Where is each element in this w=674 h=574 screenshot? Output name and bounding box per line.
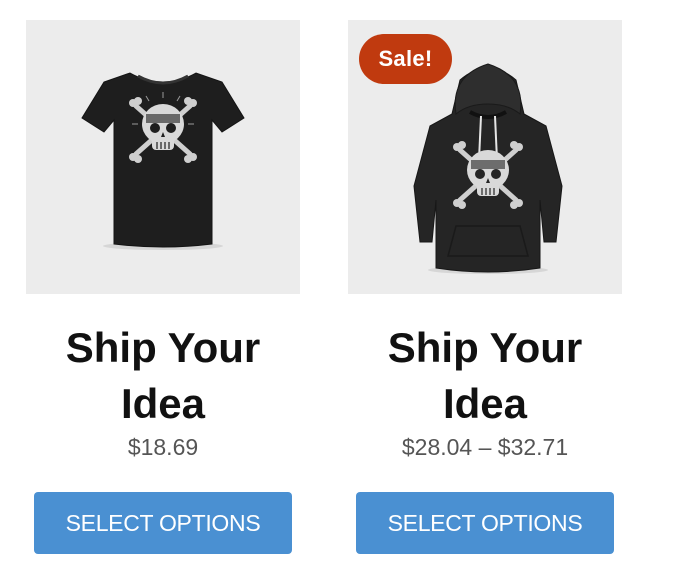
product-title-line[interactable]: Idea bbox=[26, 376, 300, 432]
product-title[interactable]: Ship Your Idea bbox=[348, 320, 622, 432]
product-title-line[interactable]: Ship Your bbox=[348, 320, 622, 376]
sale-badge: Sale! bbox=[359, 34, 452, 84]
product-title-line[interactable]: Idea bbox=[348, 376, 622, 432]
product-image[interactable]: Sale! bbox=[348, 20, 622, 294]
product-card: Sale! Ship Your Idea $28.04 – $32.71 SEL… bbox=[348, 20, 622, 554]
select-options-button[interactable]: SELECT OPTIONS bbox=[34, 492, 292, 554]
product-image[interactable] bbox=[26, 20, 300, 294]
product-title-line[interactable]: Ship Your bbox=[26, 320, 300, 376]
product-price: $18.69 bbox=[127, 434, 199, 460]
select-options-button[interactable]: SELECT OPTIONS bbox=[356, 492, 614, 554]
product-price: $28.04 – $32.71 bbox=[401, 434, 569, 460]
tshirt-icon bbox=[81, 72, 245, 250]
product-card: Ship Your Idea $18.69 SELECT OPTIONS bbox=[26, 20, 300, 554]
product-title[interactable]: Ship Your Idea bbox=[26, 320, 300, 432]
